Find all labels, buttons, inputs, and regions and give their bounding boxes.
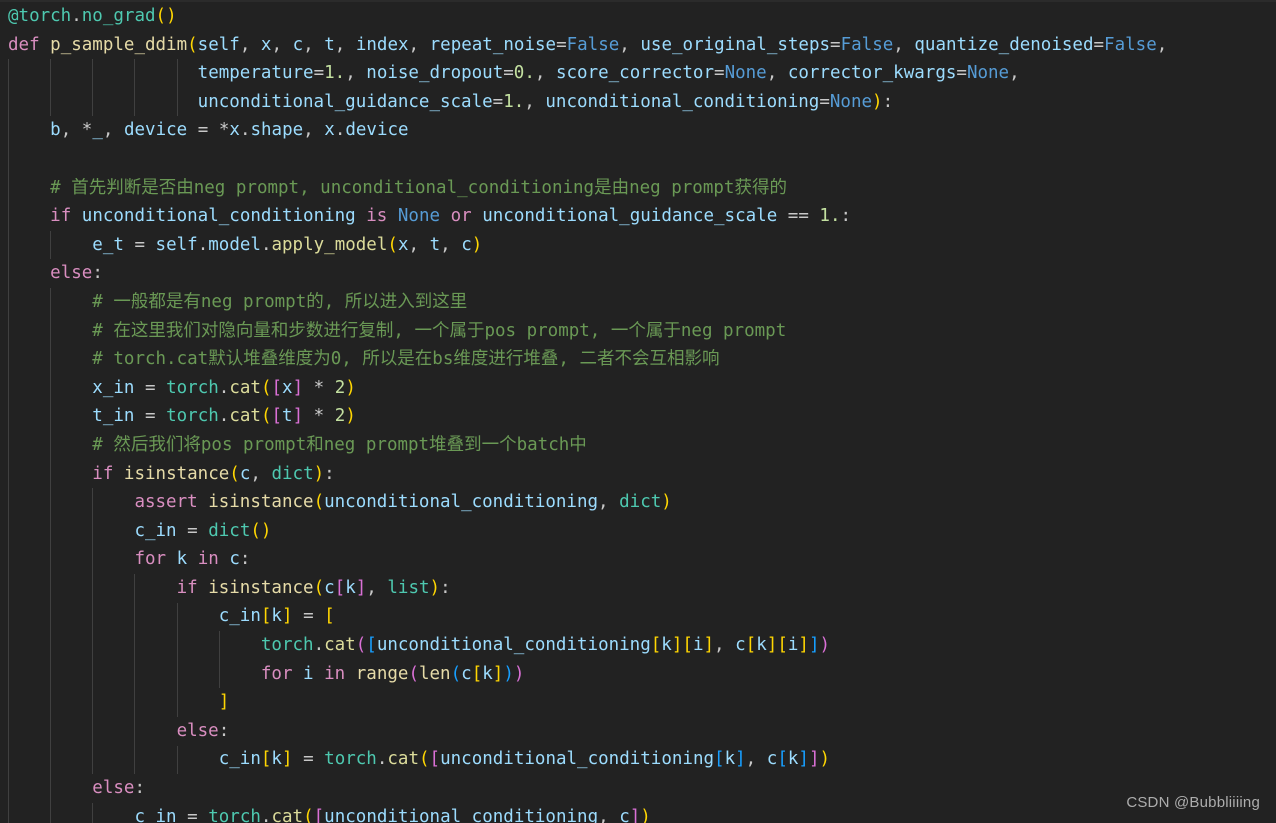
code-line[interactable]: ]	[0, 688, 1276, 717]
code-line[interactable]: assert isinstance(unconditional_conditio…	[0, 488, 1276, 517]
code-line[interactable]: # 一般都是有neg prompt的, 所以进入到这里	[0, 288, 1276, 317]
code-line[interactable]: t_in = torch.cat([t] * 2)	[0, 402, 1276, 431]
code-line[interactable]: else:	[0, 774, 1276, 803]
code-line[interactable]: @torch.no_grad()	[0, 2, 1276, 31]
code-line[interactable]: c_in[k] = torch.cat([unconditional_condi…	[0, 745, 1276, 774]
code-line[interactable]: else:	[0, 717, 1276, 746]
code-line[interactable]	[0, 145, 1276, 174]
code-line[interactable]: unconditional_guidance_scale=1., uncondi…	[0, 88, 1276, 117]
code-line[interactable]: b, *_, device = *x.shape, x.device	[0, 116, 1276, 145]
code-line[interactable]: # torch.cat默认堆叠维度为0, 所以是在bs维度进行堆叠, 二者不会互…	[0, 345, 1276, 374]
code-line[interactable]: def p_sample_ddim(self, x, c, t, index, …	[0, 31, 1276, 60]
code-line[interactable]: # 在这里我们对隐向量和步数进行复制, 一个属于pos prompt, 一个属于…	[0, 317, 1276, 346]
source-code-block[interactable]: @torch.no_grad() def p_sample_ddim(self, …	[0, 2, 1276, 823]
code-line[interactable]: c_in = dict()	[0, 517, 1276, 546]
code-line[interactable]: for i in range(len(c[k]))	[0, 660, 1276, 689]
code-line[interactable]: for k in c:	[0, 545, 1276, 574]
code-line[interactable]: torch.cat([unconditional_conditioning[k]…	[0, 631, 1276, 660]
code-line[interactable]: temperature=1., noise_dropout=0., score_…	[0, 59, 1276, 88]
code-line[interactable]: c_in[k] = [	[0, 602, 1276, 631]
code-line[interactable]: if isinstance(c, dict):	[0, 460, 1276, 489]
code-line[interactable]: else:	[0, 259, 1276, 288]
code-line[interactable]: # 首先判断是否由neg prompt, unconditional_condi…	[0, 174, 1276, 203]
code-line[interactable]: e_t = self.model.apply_model(x, t, c)	[0, 231, 1276, 260]
code-line[interactable]: x_in = torch.cat([x] * 2)	[0, 374, 1276, 403]
csdn-watermark: CSDN @Bubbliiiing	[1126, 794, 1260, 811]
code-line[interactable]: if unconditional_conditioning is None or…	[0, 202, 1276, 231]
code-line[interactable]: # 然后我们将pos prompt和neg prompt堆叠到一个batch中	[0, 431, 1276, 460]
code-line[interactable]: if isinstance(c[k], list):	[0, 574, 1276, 603]
code-line[interactable]: c_in = torch.cat([unconditional_conditio…	[0, 803, 1276, 823]
code-editor-viewport[interactable]: @torch.no_grad() def p_sample_ddim(self, …	[0, 0, 1276, 823]
